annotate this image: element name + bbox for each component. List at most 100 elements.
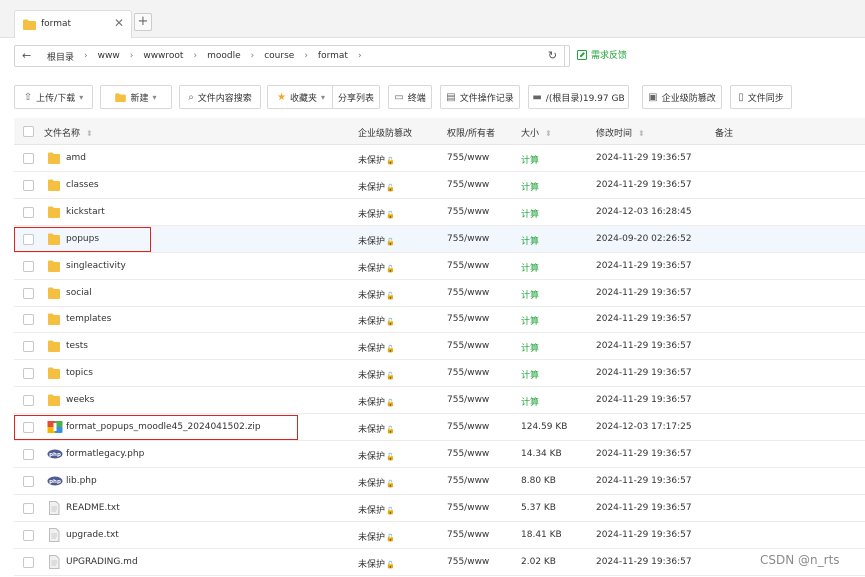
table-row[interactable]: classes 未保护🔓 755/www 计算 2024-11-29 19:36:57 xyxy=(14,172,865,199)
table-row[interactable]: tests 未保护🔓 755/www 计算 2024-11-29 19:36:57 xyxy=(14,333,865,361)
back-arrow-icon[interactable]: ← xyxy=(22,49,31,62)
permission-owner[interactable]: 755/www xyxy=(447,368,489,378)
tamper-status[interactable]: 未保护🔓 xyxy=(358,395,395,408)
tamper-status[interactable]: 未保护🔓 xyxy=(358,207,395,220)
row-checkbox[interactable] xyxy=(23,314,34,326)
upload-download-button[interactable]: ⇧ 上传/下载 ▾ xyxy=(14,85,93,109)
row-checkbox[interactable] xyxy=(23,287,34,299)
file-name[interactable]: singleactivity xyxy=(66,261,126,271)
permission-owner[interactable]: 755/www xyxy=(447,288,489,298)
permission-owner[interactable]: 755/www xyxy=(447,557,489,567)
row-checkbox[interactable] xyxy=(23,475,34,487)
row-checkbox[interactable] xyxy=(23,153,34,164)
calculate-size-link[interactable]: 计算 xyxy=(521,234,539,247)
permission-owner[interactable]: 755/www xyxy=(447,341,489,351)
file-name[interactable]: tests xyxy=(66,341,88,351)
tamper-status[interactable]: 未保护🔓 xyxy=(358,422,395,435)
file-name[interactable]: templates xyxy=(66,314,111,324)
table-row[interactable]: topics 未保护🔓 755/www 计算 2024-11-29 19:36:57 xyxy=(14,360,865,388)
permission-owner[interactable]: 755/www xyxy=(447,449,489,459)
refresh-button[interactable]: ↻ xyxy=(541,45,565,67)
file-sync-button[interactable]: ▯ 文件同步 xyxy=(730,85,792,109)
close-icon[interactable]: ✕ xyxy=(114,16,124,30)
permission-owner[interactable]: 755/www xyxy=(447,422,489,432)
row-checkbox[interactable] xyxy=(23,556,34,568)
tamper-status[interactable]: 未保护🔓 xyxy=(358,368,395,381)
file-name[interactable]: amd xyxy=(66,153,86,163)
calculate-size-link[interactable]: 计算 xyxy=(521,180,539,193)
row-checkbox[interactable] xyxy=(23,368,34,380)
calculate-size-link[interactable]: 计算 xyxy=(521,207,539,220)
table-row[interactable]: upgrade.txt 未保护🔓 755/www 18.41 KB 2024-11-29… xyxy=(14,522,865,549)
permission-owner[interactable]: 755/www xyxy=(447,476,489,486)
tamper-status[interactable]: 未保护🔓 xyxy=(358,557,395,570)
table-row[interactable]: UPGRADING.md 未保护🔓 755/www 2.02 KB 2024-11-29… xyxy=(14,549,865,576)
tamper-status[interactable]: 未保护🔓 xyxy=(358,261,395,274)
permission-owner[interactable]: 755/www xyxy=(447,234,489,244)
row-checkbox[interactable] xyxy=(23,448,34,460)
calculate-size-link[interactable]: 计算 xyxy=(521,261,539,274)
operation-log-button[interactable]: ▤ 文件操作记录 xyxy=(440,85,520,109)
row-checkbox[interactable] xyxy=(23,529,34,541)
tamper-status[interactable]: 未保护🔓 xyxy=(358,180,395,193)
calculate-size-link[interactable]: 计算 xyxy=(521,314,539,327)
permission-owner[interactable]: 755/www xyxy=(447,153,489,163)
tamper-status[interactable]: 未保护🔓 xyxy=(358,314,395,327)
favorites-button[interactable]: ★ 收藏夹 ▾ xyxy=(267,85,335,109)
calculate-size-link[interactable]: 计算 xyxy=(521,153,539,166)
permission-owner[interactable]: 755/www xyxy=(447,261,489,271)
tamper-protect-button[interactable]: ▣ 企业级防篡改 xyxy=(642,85,722,109)
permission-owner[interactable]: 755/www xyxy=(447,207,489,217)
file-name[interactable]: UPGRADING.md xyxy=(66,557,138,567)
permission-owner[interactable]: 755/www xyxy=(447,530,489,540)
table-row[interactable]: php lib.php 未保护🔓 755/www 8.80 KB 2024-11-29 1… xyxy=(14,468,865,495)
file-name[interactable]: upgrade.txt xyxy=(66,530,119,540)
tamper-status[interactable]: 未保护🔓 xyxy=(358,530,395,543)
disk-button[interactable]: ▬ /(根目录)19.97 GB xyxy=(528,85,629,109)
tab-format[interactable]: format ✕ xyxy=(14,10,132,38)
column-modified-time[interactable]: 修改时间 ⬍ xyxy=(596,126,645,139)
row-checkbox[interactable] xyxy=(23,502,34,514)
breadcrumb-item[interactable]: moodle xyxy=(205,51,243,61)
content-search-button[interactable]: ⌕ 文件内容搜索 xyxy=(179,85,261,109)
column-size[interactable]: 大小 ⬍ xyxy=(521,126,552,139)
file-name[interactable]: topics xyxy=(66,368,93,378)
calculate-size-link[interactable]: 计算 xyxy=(521,368,539,381)
table-row[interactable]: templates 未保护🔓 755/www 计算 2024-11-29 19:36:5… xyxy=(14,306,865,334)
table-row[interactable]: README.txt 未保护🔓 755/www 5.37 KB 2024-11-29 1… xyxy=(14,495,865,522)
file-name[interactable]: lib.php xyxy=(66,476,97,486)
tamper-status[interactable]: 未保护🔓 xyxy=(358,288,395,301)
row-checkbox[interactable] xyxy=(23,341,34,353)
share-list-button[interactable]: 分享列表 xyxy=(332,85,380,109)
path-bar[interactable]: ← 根目录 › www › wwwroot › moodle › course › format › xyxy=(14,45,570,67)
select-all-checkbox[interactable] xyxy=(23,126,34,137)
tamper-status[interactable]: 未保护🔓 xyxy=(358,449,395,462)
breadcrumb-item[interactable]: course xyxy=(262,51,296,61)
permission-owner[interactable]: 755/www xyxy=(447,314,489,324)
file-name[interactable]: README.txt xyxy=(66,503,120,513)
file-name[interactable]: weeks xyxy=(66,395,94,405)
new-button[interactable]: 新建 ▾ xyxy=(100,85,172,109)
row-checkbox[interactable] xyxy=(23,206,34,218)
feedback-link[interactable]: 需求反馈 xyxy=(577,48,627,61)
breadcrumb-item[interactable]: wwwroot xyxy=(141,51,185,61)
file-name[interactable]: classes xyxy=(66,180,99,190)
breadcrumb-item[interactable]: format xyxy=(316,51,350,61)
table-row[interactable]: weeks 未保护🔓 755/www 计算 2024-11-29 19:36:57 xyxy=(14,387,865,415)
calculate-size-link[interactable]: 计算 xyxy=(521,341,539,354)
breadcrumb-item[interactable]: 根目录 xyxy=(45,50,76,63)
row-checkbox[interactable] xyxy=(23,260,34,272)
calculate-size-link[interactable]: 计算 xyxy=(521,288,539,301)
tamper-status[interactable]: 未保护🔓 xyxy=(358,153,395,166)
table-row[interactable]: kickstart 未保护🔓 755/www 计算 2024-12-03 16:28:4… xyxy=(14,199,865,226)
permission-owner[interactable]: 755/www xyxy=(447,395,489,405)
row-checkbox[interactable] xyxy=(23,179,34,191)
tamper-status[interactable]: 未保护🔓 xyxy=(358,234,395,247)
permission-owner[interactable]: 755/www xyxy=(447,180,489,190)
file-name[interactable]: formatlegacy.php xyxy=(66,449,144,459)
add-tab-button[interactable]: + xyxy=(134,13,152,31)
breadcrumb-item[interactable]: www xyxy=(96,51,122,61)
table-row[interactable]: singleactivity 未保护🔓 755/www 计算 2024-11-29 19… xyxy=(14,253,865,280)
tamper-status[interactable]: 未保护🔓 xyxy=(358,476,395,489)
tamper-status[interactable]: 未保护🔓 xyxy=(358,503,395,516)
